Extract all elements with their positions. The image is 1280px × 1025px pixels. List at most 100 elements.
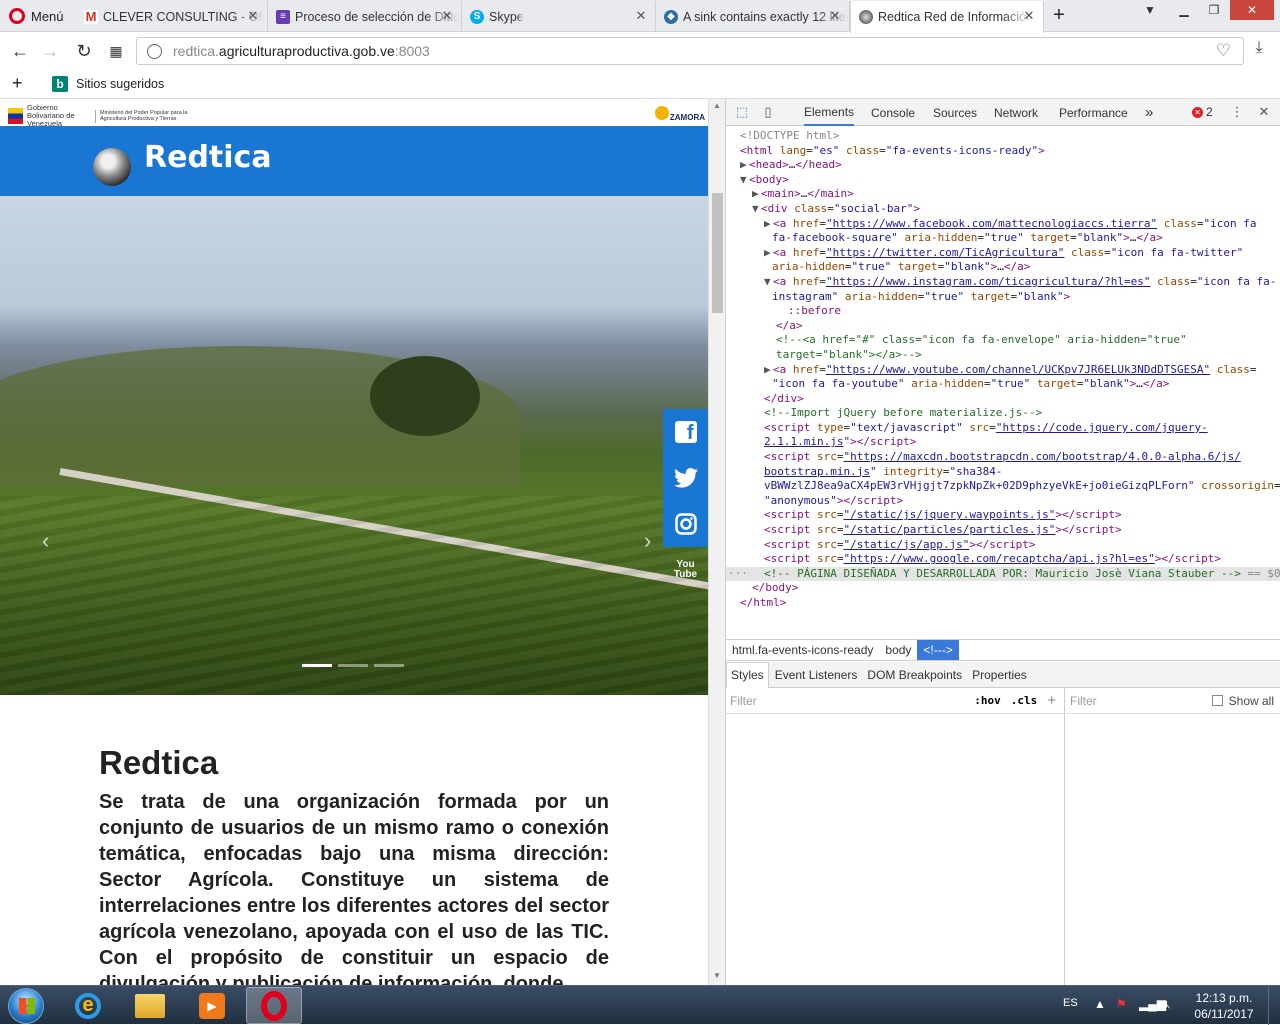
network-warning-icon[interactable]: ⚑	[1116, 997, 1127, 1011]
breadcrumb-comment[interactable]: <!--->	[917, 640, 959, 660]
dom-tree-line[interactable]: bootstrap.min.js" integrity="sha384-	[726, 465, 1280, 480]
dom-tree-line[interactable]: "icon fa fa-youtube" aria-hidden="true" …	[726, 377, 1280, 392]
close-window-button[interactable]: ✕	[1230, 0, 1274, 20]
dom-tree-line[interactable]: ▶ <main>…</main>	[726, 187, 1280, 202]
restore-button[interactable]: ❐	[1198, 0, 1230, 20]
page-scrollbar[interactable]: ▲ ▼	[708, 99, 725, 985]
styles-filter-input[interactable]: Filter	[730, 694, 974, 708]
add-bookmark-icon[interactable]: +	[12, 73, 26, 94]
dom-tree-line[interactable]: ▶ <head>…</head>	[726, 158, 1280, 173]
dom-tree-line[interactable]: <script src="/static/js/jquery.waypoints…	[726, 508, 1280, 523]
device-toolbar-icon[interactable]: ▯	[760, 104, 776, 120]
dom-tree-line[interactable]: ▶ <a href="https://www.facebook.com/matte…	[726, 217, 1280, 232]
kebab-menu-icon[interactable]: ⋮	[1229, 104, 1245, 120]
dom-tree-line[interactable]: ▶ <a href="https://www.youtube.com/channe…	[726, 363, 1280, 378]
signal-icon[interactable]: ▂▄▆	[1139, 997, 1166, 1011]
dom-tree-line[interactable]: </a>	[726, 319, 1280, 334]
scroll-down-arrow-icon[interactable]: ▼	[713, 971, 721, 980]
devtools-tab-sources[interactable]: Sources	[933, 99, 977, 126]
bookmark-suggested-sites[interactable]: b Sitios sugeridos	[52, 75, 164, 92]
dom-tree-line[interactable]: ::before	[726, 304, 1280, 319]
tab-close-icon[interactable]: ✕	[1022, 9, 1036, 23]
dom-tree-line[interactable]: </body>	[726, 581, 1280, 596]
dom-tree-line[interactable]: <!--<a href="#" class="icon fa fa-envelo…	[726, 333, 1280, 348]
add-style-rule-icon[interactable]: +	[1047, 692, 1056, 709]
tab-menu-icon[interactable]: ▼	[1134, 0, 1166, 20]
reload-button[interactable]: ↻	[72, 39, 96, 63]
page-scrollbar-thumb[interactable]	[712, 193, 723, 313]
dom-tree-line[interactable]: <html lang="es" class="fa-events-icons-r…	[726, 144, 1280, 159]
tab-close-icon[interactable]: ✕	[634, 9, 648, 23]
dom-tree-line[interactable]: target="blank"></a>-->	[726, 348, 1280, 363]
dom-tree-line[interactable]: ··· <!-- PÁGINA DISEÑADA Y DESARROLLADA P…	[726, 566, 1280, 582]
show-desktop-button[interactable]	[1268, 986, 1280, 1025]
tab-gmail[interactable]: M CLEVER CONSULTING - Ofi ✕	[76, 1, 268, 32]
tab-stackexchange[interactable]: ◆ A sink contains exactly 12 liters ✕	[656, 1, 850, 32]
close-devtools-icon[interactable]: ✕	[1256, 104, 1272, 120]
computed-filter-input[interactable]: Filter	[1070, 694, 1212, 708]
error-count-badge[interactable]: ✕ 2	[1192, 105, 1213, 119]
devtools-tab-console[interactable]: Console	[871, 99, 915, 126]
inspect-element-icon[interactable]: ⬚	[734, 104, 750, 120]
dom-tree-line[interactable]: <script src="https://maxcdn.bootstrapcdn…	[726, 450, 1280, 465]
site-title[interactable]: Redtica	[144, 140, 272, 175]
devtools-tab-elements[interactable]: Elements	[804, 99, 855, 126]
dom-tree-line[interactable]: ▶ <a href="https://twitter.com/TicAgricul…	[726, 246, 1280, 261]
system-clock[interactable]: 12:13 p.m. 06/11/2017	[1188, 990, 1260, 1022]
breadcrumb-body[interactable]: body	[879, 640, 917, 660]
instagram-link[interactable]	[663, 501, 708, 547]
new-tab-button[interactable]: +	[1049, 5, 1069, 25]
dom-tree-line[interactable]: instagram" aria-hidden="true" target="bl…	[726, 290, 1280, 305]
scroll-up-arrow-icon[interactable]: ▲	[713, 101, 721, 110]
dom-tree-line[interactable]: ▼ <body>	[726, 173, 1280, 188]
dom-tree-line[interactable]: ▼ <div class="social-bar">	[726, 202, 1280, 217]
carousel-indicator[interactable]	[374, 664, 404, 667]
hover-state-toggle[interactable]: :hov	[974, 694, 1001, 707]
tab-redtica[interactable]: Redtica Red de Información ✕	[850, 1, 1044, 33]
dom-tree-line[interactable]: <!DOCTYPE html>	[726, 129, 1280, 144]
carousel-prev-icon[interactable]: ‹	[42, 528, 49, 554]
taskbar-media-player[interactable]: ▶	[184, 987, 240, 1024]
youtube-link[interactable]: You Tube	[663, 547, 708, 593]
tab-forms[interactable]: ≡ Proceso de selección de Ditto ✕	[268, 1, 462, 32]
tab-close-icon[interactable]: ✕	[828, 9, 842, 23]
facebook-link[interactable]: f	[663, 409, 708, 455]
volume-muted-icon[interactable]: 🔇︎	[1163, 997, 1171, 1012]
speed-dial-icon[interactable]: ▦	[104, 39, 128, 63]
dom-tree-line[interactable]: fa-facebook-square" aria-hidden="true" t…	[726, 231, 1280, 246]
site-logo-icon[interactable]	[93, 148, 131, 186]
minimize-button[interactable]: ▁	[1168, 0, 1200, 20]
dom-tree[interactable]: <!DOCTYPE html> <html lang="es" class="fa…	[726, 127, 1280, 637]
forward-button[interactable]: →	[38, 39, 62, 63]
twitter-link[interactable]	[663, 455, 708, 501]
taskbar-file-explorer[interactable]	[122, 987, 178, 1024]
back-button[interactable]: ←	[8, 39, 32, 63]
taskbar-opera[interactable]	[246, 987, 302, 1024]
dom-tree-line[interactable]: vBWWzlZJ8ea9aCX4pEW3rVHjgjt7zpkNpZk+02D9…	[726, 479, 1280, 494]
show-all-checkbox[interactable]	[1211, 695, 1223, 706]
subtab-styles[interactable]: Styles	[726, 661, 769, 688]
url-field[interactable]: redtica. agriculturaproductiva.gob.ve:800…	[136, 37, 1244, 65]
heart-icon[interactable]: ♡	[1216, 41, 1231, 61]
input-language[interactable]: ES	[1063, 997, 1078, 1009]
subtab-dom-breakpoints[interactable]: DOM Breakpoints	[863, 662, 966, 688]
taskbar-internet-explorer[interactable]: e	[60, 987, 116, 1024]
subtab-event-listeners[interactable]: Event Listeners	[771, 662, 862, 688]
opera-menu-button[interactable]: Menú	[0, 0, 74, 32]
dom-tree-line[interactable]: "anonymous"></script>	[726, 494, 1280, 509]
devtools-tab-performance[interactable]: Performance	[1059, 99, 1128, 126]
dom-tree-line[interactable]: <script src="/static/particles/particles…	[726, 523, 1280, 538]
dom-tree-line[interactable]: 2.1.1.min.js"></script>	[726, 435, 1280, 450]
carousel-indicator[interactable]	[338, 664, 368, 667]
dom-tree-line[interactable]: </div>	[726, 392, 1280, 407]
dom-tree-line[interactable]: </html>	[726, 596, 1280, 611]
dom-tree-line[interactable]: <script src="/static/js/app.js"></script…	[726, 538, 1280, 553]
class-toggle[interactable]: .cls	[1011, 694, 1038, 707]
dom-tree-line[interactable]: <script type="text/javascript" src="http…	[726, 421, 1280, 436]
dom-tree-line[interactable]: aria-hidden="true" target="blank">…</a>	[726, 260, 1280, 275]
government-logo[interactable]: Gobierno Bolivariano de Venezuela Minist…	[8, 104, 195, 128]
show-hidden-icons-icon[interactable]: ▲	[1094, 997, 1106, 1011]
start-button[interactable]	[8, 988, 44, 1024]
tab-skype[interactable]: S Skype ✕	[462, 1, 656, 32]
dom-tree-line[interactable]: <script src="https://www.google.com/reca…	[726, 552, 1280, 567]
